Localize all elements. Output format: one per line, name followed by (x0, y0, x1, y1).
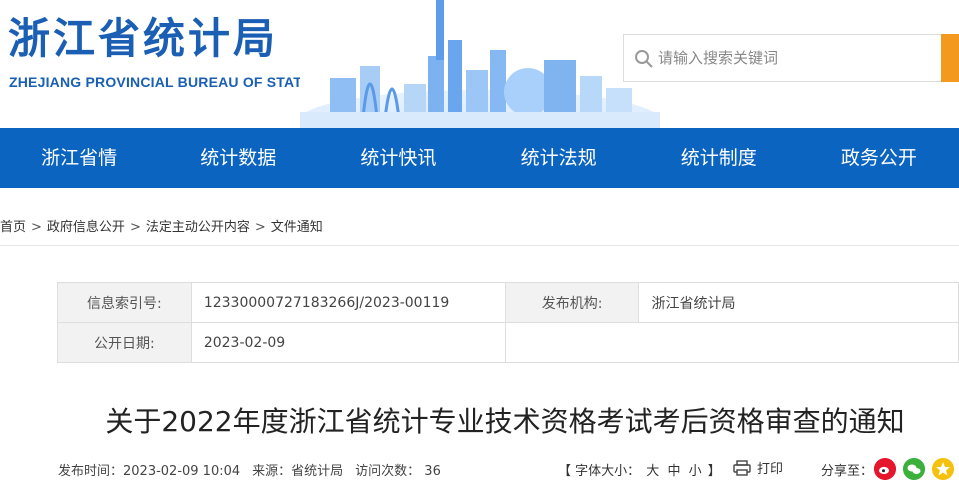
empty-cell (504, 322, 639, 363)
breadcrumb-gov-info[interactable]: 政府信息公开 (47, 220, 125, 235)
nav-item-statistics-news[interactable]: 统计快讯 (318, 128, 478, 188)
weibo-icon[interactable] (874, 458, 896, 480)
nav-item-government-affairs[interactable]: 政务公开 (799, 128, 959, 188)
article-title: 关于2022年度浙江省统计专业技术资格考试考后资格审查的通知 (105, 405, 905, 438)
article-meta: 发布时间：2023-02-09 10:04 来源：省统计局 访问次数： 36 (58, 460, 453, 479)
breadcrumb-separator: > (129, 220, 141, 235)
info-table: 信息索引号: 12330000727183266J/2023-00119 发布机… (57, 282, 959, 363)
search-button[interactable] (941, 34, 959, 82)
breadcrumb-separator: > (31, 220, 42, 235)
article-source: 来源：省统计局 (252, 464, 344, 479)
publisher-value: 浙江省统计局 (638, 282, 959, 323)
search-box (623, 34, 941, 82)
breadcrumb-separator: > (254, 220, 266, 235)
breadcrumb-public-content[interactable]: 法定主动公开内容 (146, 220, 250, 235)
breadcrumb-divider (0, 245, 959, 246)
site-logo-en: ZHEJIANG PROVINCIAL BUREAU OF STATISTICS (9, 74, 349, 90)
breadcrumb-home[interactable]: 首页 (0, 220, 26, 235)
font-size-close: 】 (707, 464, 721, 479)
date-value: 2023-02-09 (190, 322, 506, 363)
visit-count: 访问次数： 36 (355, 464, 441, 479)
font-size-control: 【 字体大小： 大 中 小 】 (558, 460, 721, 479)
nav-item-statistics-law[interactable]: 统计法规 (479, 128, 639, 188)
breadcrumb: 首页 > 政府信息公开 > 法定主动公开内容 > 文件通知 (0, 216, 323, 235)
search-icon (635, 50, 653, 68)
font-size-small[interactable]: 小 (689, 464, 702, 479)
date-label: 公开日期: (57, 322, 192, 363)
empty-cell (638, 322, 959, 363)
site-logo-cn[interactable]: 浙江省统计局 (8, 14, 278, 64)
font-size-large[interactable]: 大 (646, 464, 659, 479)
font-size-label: 【 字体大小： (558, 464, 641, 479)
nav-item-province-info[interactable]: 浙江省情 (0, 128, 158, 188)
nav-item-statistics-system[interactable]: 统计制度 (639, 128, 799, 188)
wechat-icon[interactable] (903, 458, 925, 480)
skyline-illustration (300, 0, 660, 128)
qzone-icon[interactable] (932, 458, 954, 480)
table-row: 公开日期: 2023-02-09 (57, 322, 959, 363)
breadcrumb-file-notice[interactable]: 文件通知 (271, 220, 323, 235)
font-size-medium[interactable]: 中 (667, 464, 680, 479)
publish-time: 发布时间：2023-02-09 10:04 (58, 464, 241, 479)
table-row: 信息索引号: 12330000727183266J/2023-00119 发布机… (57, 282, 959, 323)
site-header: 浙江省统计局 ZHEJIANG PROVINCIAL BUREAU OF STA… (0, 0, 959, 128)
main-nav: 浙江省情 统计数据 统计快讯 统计法规 统计制度 政务公开 (0, 128, 959, 188)
printer-icon (733, 459, 751, 476)
publisher-label: 发布机构: (504, 282, 640, 323)
share-label: 分享至： (821, 464, 874, 479)
print-label: 打印 (757, 462, 784, 477)
nav-item-statistics-data[interactable]: 统计数据 (158, 128, 318, 188)
index-label: 信息索引号: (57, 282, 192, 323)
print-button[interactable]: 打印 (733, 458, 783, 477)
search-input[interactable] (658, 43, 928, 73)
index-value: 12330000727183266J/2023-00119 (190, 282, 506, 323)
